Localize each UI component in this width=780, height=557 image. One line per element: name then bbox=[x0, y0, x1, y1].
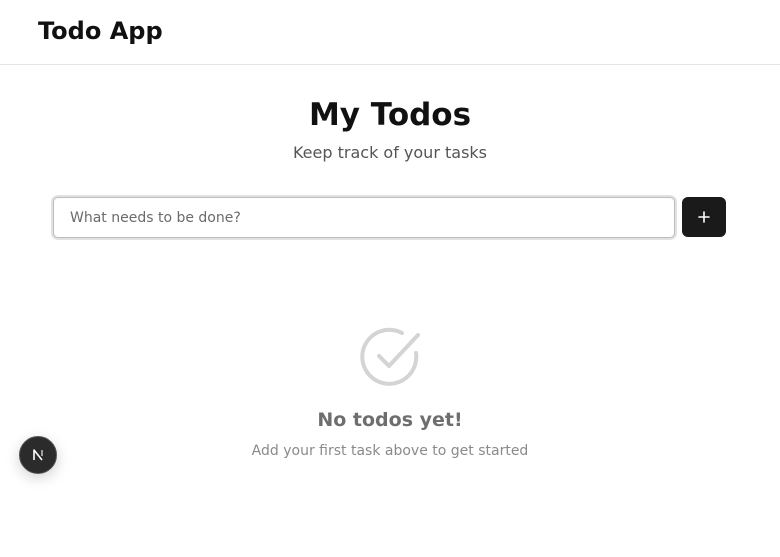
new-todo-input[interactable] bbox=[53, 197, 675, 238]
main-content: My Todos Keep track of your tasks No tod… bbox=[0, 65, 780, 557]
add-todo-button[interactable] bbox=[682, 197, 726, 237]
page-title: My Todos bbox=[308, 97, 472, 133]
page-subtitle: Keep track of your tasks bbox=[292, 143, 487, 162]
nextjs-logo-icon bbox=[33, 449, 43, 461]
top-navigation-bar: Todo App bbox=[0, 0, 780, 65]
nextjs-dev-badge[interactable] bbox=[19, 436, 57, 474]
app-title: Todo App bbox=[38, 17, 163, 45]
empty-state-title: No todos yet! bbox=[317, 409, 463, 431]
plus-icon bbox=[698, 211, 710, 223]
check-circle-icon bbox=[360, 327, 420, 386]
empty-state-message: Add your first task above to get started bbox=[251, 443, 529, 459]
